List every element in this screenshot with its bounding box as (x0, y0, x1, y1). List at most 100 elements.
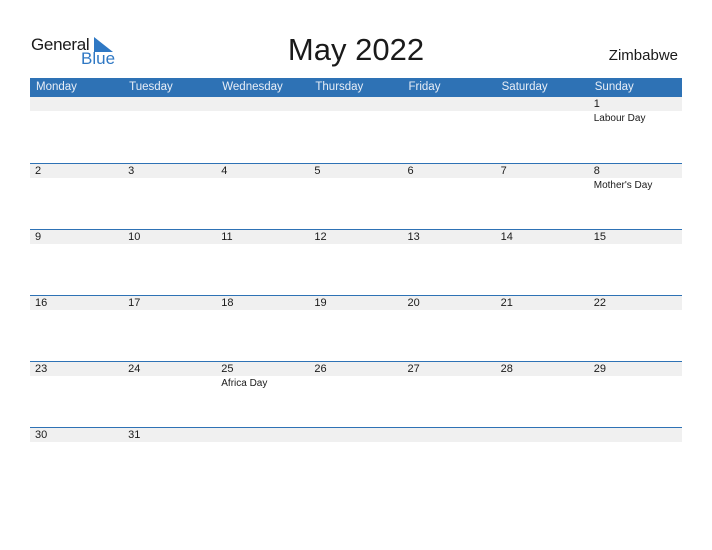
week-row: 1 Labour Day (30, 97, 682, 163)
day-cell[interactable] (402, 97, 496, 163)
day-number: 18 (216, 296, 310, 310)
weekday-wednesday: Wednesday (222, 81, 283, 93)
day-number: 20 (402, 296, 496, 310)
day-cell[interactable]: 22 (588, 296, 682, 361)
day-cell[interactable]: 8 Mother's Day (588, 164, 682, 229)
holiday-label: Mother's Day (593, 180, 653, 191)
day-cell[interactable] (216, 428, 310, 493)
day-cell[interactable]: 7 (495, 164, 589, 229)
day-cell[interactable] (495, 428, 589, 493)
day-number: 23 (30, 362, 124, 376)
day-number: 10 (123, 230, 217, 244)
weekday-monday: Monday (36, 81, 77, 93)
day-cell[interactable]: 12 (309, 230, 403, 295)
day-number (123, 97, 217, 111)
weekday-sunday: Sunday (594, 81, 634, 93)
day-number: 25 (216, 362, 310, 376)
day-number: 7 (495, 164, 589, 178)
day-number: 9 (30, 230, 124, 244)
day-cell[interactable]: 9 (30, 230, 124, 295)
weekday-saturday: Saturday (501, 81, 548, 93)
day-cell[interactable] (402, 428, 496, 493)
weekday-header: Monday Tuesday Wednesday Thursday Friday Satu… (30, 78, 682, 97)
country-label: Zimbabwe (608, 47, 678, 64)
day-number (309, 97, 403, 111)
day-number: 16 (30, 296, 124, 310)
day-number (588, 428, 682, 442)
day-cell[interactable]: 16 (30, 296, 124, 361)
weeks-container: 1 Labour Day 2 3 4 5 6 7 8 Mother's Day 9 10 11 12 13 1… (30, 97, 682, 493)
day-number: 12 (309, 230, 403, 244)
day-cell[interactable]: 27 (402, 362, 496, 427)
day-cell[interactable]: 1 Labour Day (588, 97, 682, 163)
day-number: 11 (216, 230, 310, 244)
day-cell[interactable]: 20 (402, 296, 496, 361)
day-cell[interactable]: 14 (495, 230, 589, 295)
day-cell[interactable]: 17 (123, 296, 217, 361)
day-cell[interactable]: 5 (309, 164, 403, 229)
day-cell[interactable]: 15 (588, 230, 682, 295)
page-title: May 2022 (287, 32, 425, 67)
day-cell[interactable]: 31 (123, 428, 217, 493)
day-number: 30 (30, 428, 124, 442)
day-number (402, 428, 496, 442)
day-number (216, 97, 310, 111)
week-row: 9 10 11 12 13 14 15 (30, 229, 682, 295)
day-number: 19 (309, 296, 403, 310)
day-cell[interactable]: 21 (495, 296, 589, 361)
week-row: 16 17 18 19 20 21 22 (30, 295, 682, 361)
day-cell[interactable] (495, 97, 589, 163)
day-cell[interactable] (309, 428, 403, 493)
day-number: 3 (123, 164, 217, 178)
day-number: 28 (495, 362, 589, 376)
day-number: 2 (30, 164, 124, 178)
weekday-friday: Friday (408, 81, 441, 93)
day-cell[interactable]: 29 (588, 362, 682, 427)
day-cell[interactable]: 18 (216, 296, 310, 361)
day-cell[interactable]: 23 (30, 362, 124, 427)
holiday-label: Labour Day (593, 113, 646, 124)
day-cell[interactable] (588, 428, 682, 493)
day-number: 13 (402, 230, 496, 244)
day-number (30, 97, 124, 111)
day-cell[interactable]: 24 (123, 362, 217, 427)
day-number: 29 (588, 362, 682, 376)
day-cell[interactable]: 30 (30, 428, 124, 493)
day-number (495, 428, 589, 442)
day-number: 21 (495, 296, 589, 310)
day-cell[interactable]: 19 (309, 296, 403, 361)
day-cell[interactable]: 10 (123, 230, 217, 295)
day-number: 15 (588, 230, 682, 244)
day-number: 5 (309, 164, 403, 178)
day-cell[interactable]: 25 Africa Day (216, 362, 310, 427)
week-row: 2 3 4 5 6 7 8 Mother's Day (30, 163, 682, 229)
holiday-label: Africa Day (221, 378, 268, 389)
day-cell[interactable]: 3 (123, 164, 217, 229)
day-number (309, 428, 403, 442)
day-number (216, 428, 310, 442)
day-cell[interactable] (309, 97, 403, 163)
day-number: 24 (123, 362, 217, 376)
week-row: 30 31 (30, 427, 682, 493)
day-cell[interactable]: 26 (309, 362, 403, 427)
day-cell[interactable] (30, 97, 124, 163)
weekday-thursday: Thursday (315, 81, 364, 93)
calendar-grid: Monday Tuesday Wednesday Thursday Friday Satu… (30, 78, 682, 493)
day-number: 17 (123, 296, 217, 310)
day-cell[interactable]: 6 (402, 164, 496, 229)
day-number: 1 (588, 97, 682, 111)
day-cell[interactable] (216, 97, 310, 163)
day-number (495, 97, 589, 111)
day-cell[interactable]: 4 (216, 164, 310, 229)
day-cell[interactable] (123, 97, 217, 163)
day-number: 4 (216, 164, 310, 178)
day-number: 14 (495, 230, 589, 244)
day-cell[interactable]: 28 (495, 362, 589, 427)
day-number (402, 97, 496, 111)
day-number: 26 (309, 362, 403, 376)
day-cell[interactable]: 13 (402, 230, 496, 295)
day-cell[interactable]: 11 (216, 230, 310, 295)
week-row: 23 24 25 Africa Day 26 27 28 29 (30, 361, 682, 427)
day-number: 6 (402, 164, 496, 178)
day-cell[interactable]: 2 (30, 164, 124, 229)
